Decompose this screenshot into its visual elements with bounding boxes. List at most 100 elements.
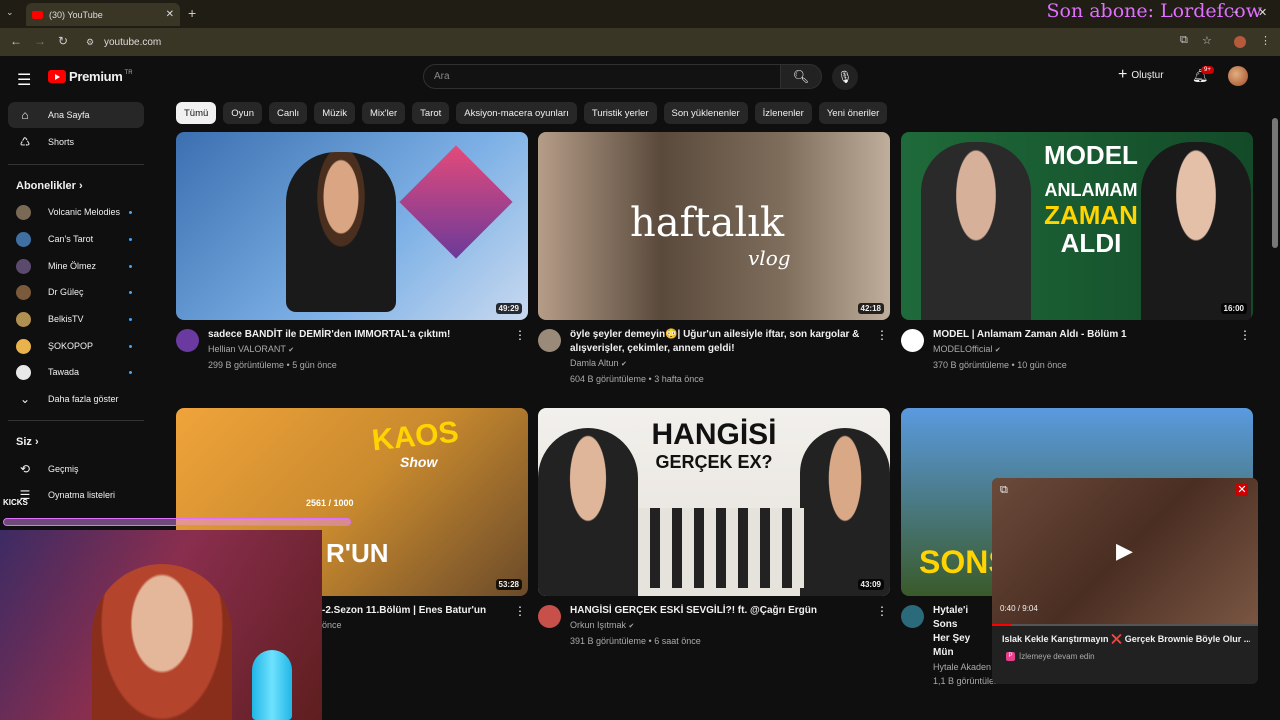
kicks-label: KICKS	[3, 498, 28, 507]
thumbnail-person	[1141, 142, 1251, 320]
chip[interactable]: Oyun	[223, 102, 263, 124]
video-thumbnail[interactable]: HANGİSİ GERÇEK EX? 43:09	[538, 408, 890, 596]
video-thumbnail[interactable]: haftalık vlog 42:18	[538, 132, 890, 320]
account-avatar[interactable]	[1228, 66, 1248, 86]
you-header[interactable]: Siz ›	[16, 436, 39, 448]
search-icon: 🔍︎	[792, 68, 810, 84]
window-close-icon[interactable]: ✕	[1258, 6, 1267, 19]
subscription-label: Mine Ölmez	[48, 261, 97, 271]
sidebar-item-subscription[interactable]: Tawada	[8, 359, 144, 385]
more-options-icon[interactable]: ⋮	[514, 328, 526, 342]
sidebar-item-subscription[interactable]: Dr Güleç	[8, 279, 144, 305]
video-channel[interactable]: Hellian VALORANT ✔	[208, 342, 528, 358]
subscription-label: Volcanic Melodies	[48, 207, 121, 217]
channel-avatar[interactable]	[901, 329, 924, 352]
sidebar-item-home[interactable]: ⌂ Ana Sayfa	[8, 102, 144, 128]
video-card[interactable]: 49:29 sadece BANDİT ile DEMİR'den IMMORT…	[176, 132, 528, 372]
video-duration: 43:09	[857, 579, 884, 590]
create-label: Oluştur	[1131, 69, 1164, 81]
more-options-icon[interactable]: ⋮	[1239, 328, 1251, 342]
mini-player-progress[interactable]	[992, 624, 1258, 626]
scrollbar[interactable]	[1272, 118, 1278, 248]
url-field[interactable]: ⚙ youtube.com	[80, 32, 1220, 52]
voice-search-button[interactable]: 🎙︎	[832, 64, 858, 90]
close-icon[interactable]: ✕	[1236, 484, 1248, 496]
menu-dots-icon[interactable]: ⋮	[1260, 34, 1271, 47]
back-icon[interactable]: ←	[10, 34, 22, 48]
channel-avatar	[16, 338, 31, 354]
more-options-icon[interactable]: ⋮	[514, 604, 526, 618]
sidebar-divider	[8, 420, 144, 421]
verified-icon: ✔	[288, 347, 295, 354]
video-title[interactable]: sadece BANDİT ile DEMİR'den IMMORTAL'a ç…	[208, 328, 528, 342]
mini-player-title[interactable]: Islak Kekle Karıştırmayın ❌ Gerçek Brown…	[1002, 634, 1250, 645]
sidebar-item-subscription[interactable]: Can's Tarot	[8, 226, 144, 252]
channel-avatar[interactable]	[176, 329, 199, 352]
chip[interactable]: Tümü	[176, 102, 217, 124]
profile-icon[interactable]	[1234, 36, 1246, 48]
video-card[interactable]: haftalık vlog 42:18 öyle şeyler demeyin😳…	[538, 132, 890, 386]
forward-icon[interactable]: →	[34, 34, 46, 48]
youtube-premium-logo[interactable]: Premium TR	[48, 69, 133, 84]
more-options-icon[interactable]: ⋮	[876, 328, 888, 342]
video-title[interactable]: HANGİSİ GERÇEK ESKİ SEVGİLİ?! ft. @Çağrı…	[570, 604, 890, 618]
tab-list-icon[interactable]: ⌄	[6, 7, 14, 18]
sidebar-item-subscription[interactable]: ŞOKOPOP	[8, 333, 144, 359]
chip[interactable]: Mix'ler	[362, 102, 406, 124]
channel-avatar	[16, 204, 31, 220]
sidebar-item-subscription[interactable]: BelkisTV	[8, 306, 144, 332]
create-button[interactable]: + Oluştur	[1118, 66, 1164, 84]
channel-avatar[interactable]	[538, 605, 561, 628]
video-card[interactable]: HANGİSİ GERÇEK EX? 43:09 HANGİSİ GERÇEK …	[538, 408, 890, 648]
video-stats: 299 B görüntüleme • 5 gün önce	[208, 360, 337, 370]
chip[interactable]: Aksiyon-macera oyunları	[456, 102, 577, 124]
new-tab-icon[interactable]: +	[188, 5, 196, 21]
bookmark-icon[interactable]: ☆	[1202, 34, 1212, 47]
sidebar-item-playlists[interactable]: ☰ Oynatma listeleri	[8, 482, 144, 508]
reload-icon[interactable]: ↻	[58, 34, 68, 48]
chip[interactable]: Canlı	[269, 102, 308, 124]
sidebar-item-shorts[interactable]: ♺ Shorts	[8, 129, 144, 155]
video-thumbnail[interactable]: MODEL ANLAMAM ZAMAN ALDI 16:00	[901, 132, 1253, 320]
chip[interactable]: Son yüklenenler	[663, 102, 748, 124]
browser-tab[interactable]: (30) YouTube ✕	[26, 3, 180, 26]
home-icon: ⌂	[21, 108, 29, 122]
sidebar-item-label: Ana Sayfa	[48, 110, 90, 120]
chip[interactable]: Yeni öneriler	[818, 102, 888, 124]
new-content-dot	[129, 264, 132, 268]
play-icon[interactable]: ▶	[1116, 538, 1133, 564]
subscriptions-header[interactable]: Abonelikler ›	[16, 180, 83, 192]
chip[interactable]: Müzik	[314, 102, 356, 124]
mini-player[interactable]: ⧉ ✕ ▶ 0:40 / 9:04 Islak Kekle Karıştırma…	[992, 478, 1258, 684]
channel-avatar	[16, 231, 31, 247]
search-input[interactable]: Ara	[423, 64, 781, 89]
hamburger-menu-icon[interactable]: ☰	[17, 70, 31, 90]
video-channel[interactable]: Damla Altun ✔	[570, 356, 890, 372]
chip[interactable]: İzlenenler	[754, 102, 812, 124]
video-thumbnail[interactable]: 49:29	[176, 132, 528, 320]
minimize-icon[interactable]: –	[1232, 6, 1238, 18]
subscription-label: Dr Güleç	[48, 287, 84, 297]
video-title[interactable]: öyle şeyler demeyin😳| Uğur'un ailesiyle …	[570, 328, 890, 356]
expand-icon[interactable]: ⧉	[1000, 484, 1008, 497]
close-tab-icon[interactable]: ✕	[166, 9, 174, 20]
site-info-icon[interactable]: ⚙	[86, 37, 94, 48]
video-stats: 370 B görüntüleme • 10 gün önce	[933, 360, 1067, 370]
more-options-icon[interactable]: ⋮	[876, 604, 888, 618]
video-title[interactable]: -2.Sezon 11.Bölüm | Enes Batur'un	[322, 604, 528, 618]
channel-avatar[interactable]	[901, 605, 924, 628]
sidebar-item-subscription[interactable]: Mine Ölmez	[8, 253, 144, 279]
install-icon[interactable]: ⧉	[1180, 34, 1188, 47]
video-title[interactable]: MODEL | Anlamam Zaman Aldı - Bölüm 1	[933, 328, 1253, 342]
show-more-button[interactable]: ⌄ Daha fazla göster	[8, 386, 144, 412]
video-channel[interactable]: Orkun Işıtmak ✔	[570, 618, 890, 634]
video-card[interactable]: MODEL ANLAMAM ZAMAN ALDI 16:00 MODEL | A…	[901, 132, 1253, 372]
video-channel[interactable]: MODELOfficial ✔	[933, 342, 1253, 358]
sidebar-item-subscription[interactable]: Volcanic Melodies	[8, 199, 144, 225]
channel-avatar[interactable]	[538, 329, 561, 352]
search-button[interactable]: 🔍︎	[780, 64, 822, 89]
chip[interactable]: Tarot	[412, 102, 450, 124]
chip[interactable]: Turistik yerler	[583, 102, 657, 124]
video-title[interactable]: Hytale'i Sons Her Şey Mün	[933, 604, 993, 660]
sidebar-item-history[interactable]: ⟲ Geçmiş	[8, 456, 144, 482]
